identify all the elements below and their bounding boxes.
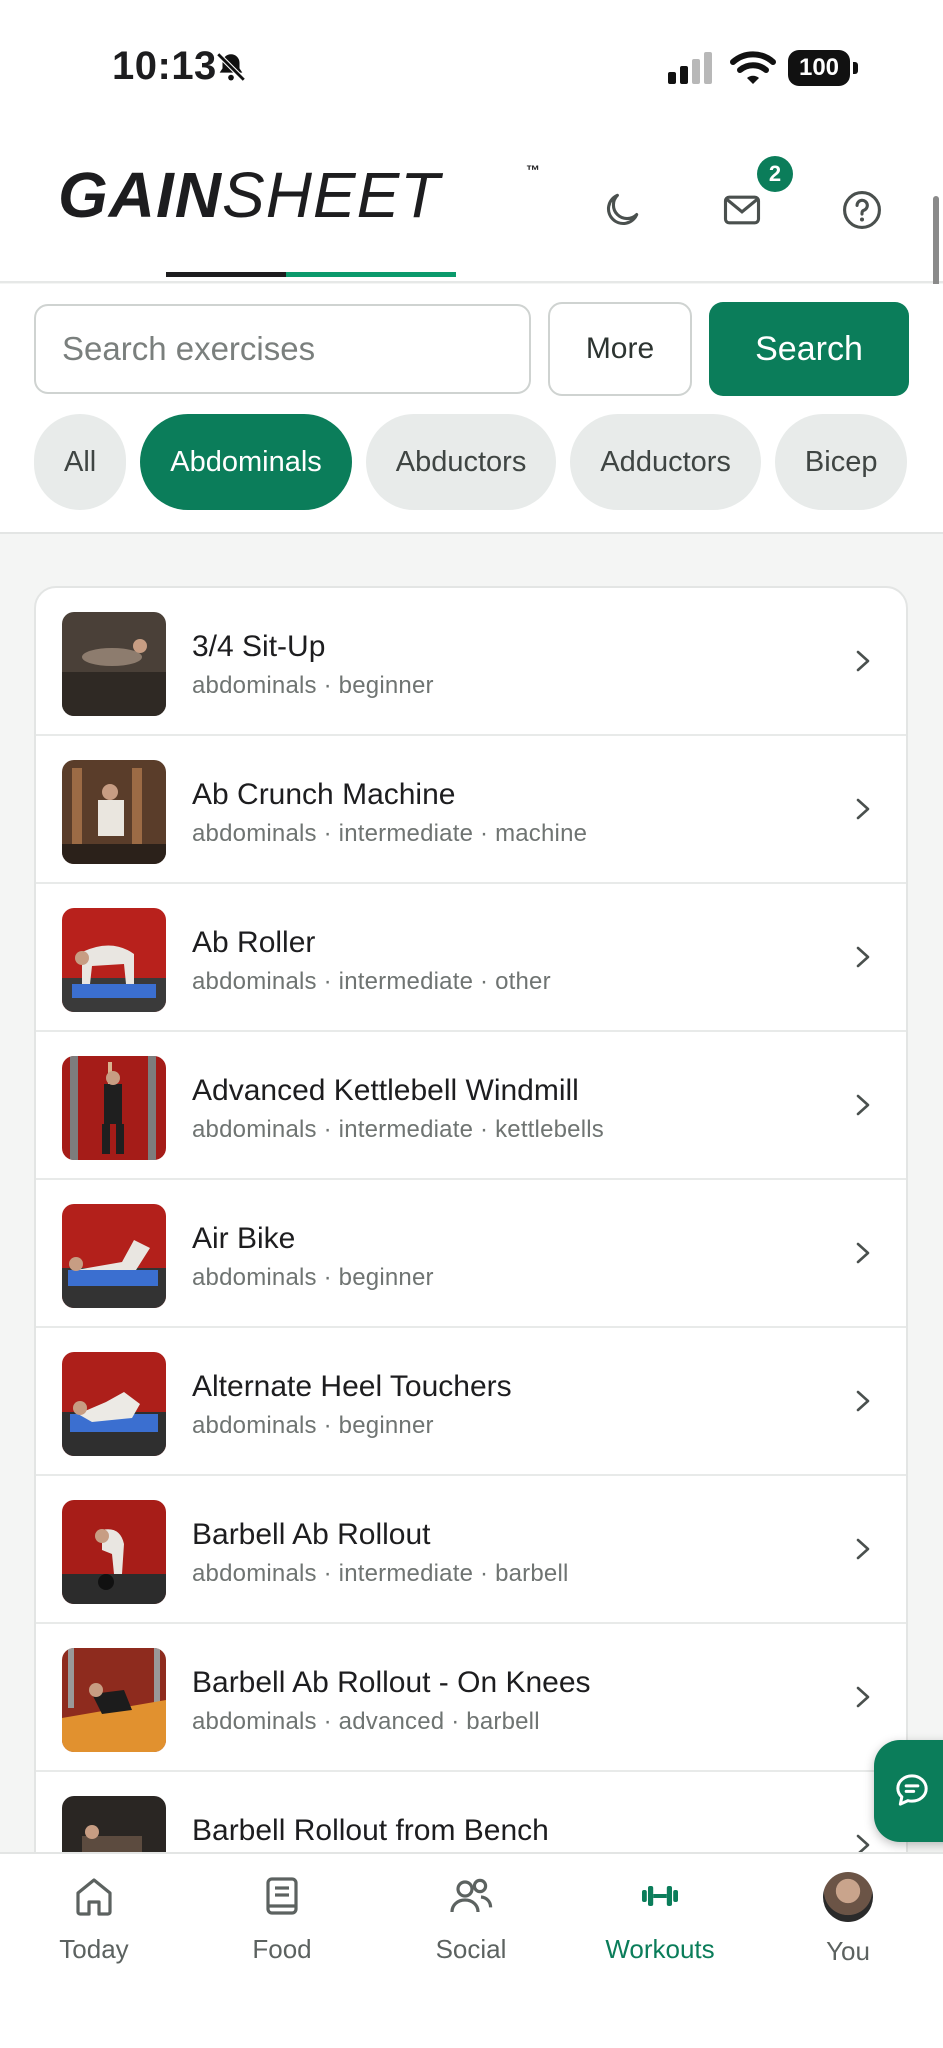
exercise-name: Advanced Kettlebell Windmill [192,1074,579,1107]
exercise-thumbnail [62,1056,166,1160]
chevron-right-icon [856,1686,870,1708]
chevron-right-icon [856,650,870,672]
exercise-name: Ab Crunch Machine [192,778,456,811]
chevron-right-icon [856,1242,870,1264]
exercise-row[interactable]: Barbell Ab Rollout abdominals · intermed… [36,1476,906,1624]
home-icon [76,1878,112,1916]
exercise-thumbnail [62,908,166,1012]
app-header: GAINSHEET ™ [0,118,943,283]
help-icon[interactable] [840,188,884,232]
status-time: 10:13 [112,44,217,88]
exercise-thumbnail [62,1352,166,1456]
muscle-chip-row: All Abdominals Abductors Adductors Bicep [34,414,921,510]
wifi-icon [730,51,776,84]
exercise-row[interactable]: Air Bike abdominals · beginner [36,1180,906,1328]
exercise-row[interactable]: Ab Crunch Machine abdominals · intermedi… [36,736,906,884]
avatar [823,1872,873,1922]
tab-food[interactable]: Food [202,1872,362,1982]
tab-today[interactable]: Today [14,1872,174,1982]
exercise-meta: abdominals · beginner [192,1412,434,1439]
chip-abdominals[interactable]: Abdominals [140,414,352,510]
exercise-row[interactable]: Ab Roller abdominals · intermediate · ot… [36,884,906,1032]
chevron-right-icon [856,1390,870,1412]
people-icon [450,1878,493,1913]
exercise-name: Barbell Ab Rollout - On Knees [192,1666,591,1699]
bottom-tab-bar: Today Food Social Workouts You [0,1852,943,2048]
exercise-row[interactable]: Advanced Kettlebell Windmill abdominals … [36,1032,906,1180]
battery-level: 100 [788,50,850,86]
chevron-right-icon [856,1094,870,1116]
book-icon [266,1877,298,1915]
tab-workouts[interactable]: Workouts [580,1872,740,1982]
chat-button[interactable] [874,1740,943,1842]
exercise-library-screen: 10:13 100 GAINSHEET ™ 2 Search exercises… [0,0,943,2048]
tab-label: Food [252,1934,312,1964]
exercise-meta: abdominals · advanced · barbell [192,1708,540,1735]
chat-bubble-icon [896,1774,928,1806]
exercise-name: Barbell Rollout from Bench [192,1814,549,1847]
tab-label: You [826,1936,870,1966]
chip-abductors[interactable]: Abductors [365,414,557,510]
exercise-row[interactable]: Alternate Heel Touchers abdominals · beg… [36,1328,906,1476]
chevron-right-icon [856,798,870,820]
tab-social[interactable]: Social [391,1872,551,1982]
chevron-right-icon [856,1538,870,1560]
exercise-thumbnail [62,612,166,716]
chip-all[interactable]: All [34,414,127,510]
dumbbell-icon [642,1886,678,1906]
mail-icon[interactable] [720,188,764,232]
exercise-meta: abdominals · beginner [192,1264,434,1291]
cell-signal-icon [668,52,712,84]
exercise-meta: abdominals · intermediate · kettlebells [192,1116,604,1143]
chip-adductors[interactable]: Adductors [570,414,761,510]
more-filters-button[interactable]: More [548,302,692,396]
moon-icon[interactable] [600,188,644,232]
exercise-name: 3/4 Sit-Up [192,630,326,663]
tab-label: Today [59,1934,129,1964]
exercise-meta: abdominals · intermediate · other [192,968,551,995]
exercise-row[interactable]: Barbell Ab Rollout - On Knees abdominals… [36,1624,906,1772]
exercise-thumbnail [62,1500,166,1604]
exercise-meta: abdominals · intermediate · barbell [192,1560,569,1587]
search-input[interactable] [34,304,531,394]
bell-muted-icon [216,52,246,82]
exercise-thumbnail [62,1204,166,1308]
exercise-meta: abdominals · intermediate · machine [192,820,588,847]
chip-biceps[interactable]: Bicep [774,414,908,510]
exercise-thumbnail [62,760,166,864]
exercise-row[interactable]: 3/4 Sit-Up abdominals · beginner [36,588,906,736]
exercise-name: Ab Roller [192,926,316,959]
filter-panel: More Search AllAbdominalsAbductorsAdduct… [0,284,943,534]
exercise-name: Air Bike [192,1222,296,1255]
battery-indicator: 100 [788,50,858,86]
tab-label: Workouts [605,1934,715,1964]
mail-unread-badge: 2 [757,156,793,192]
search-button[interactable]: Search [709,302,909,396]
status-bar: 10:13 100 [0,0,943,118]
chevron-right-icon [856,946,870,968]
exercise-list: 3/4 Sit-Up abdominals · beginner Ab Crun… [34,586,908,1886]
tab-you[interactable]: You [768,1872,928,1982]
exercise-name: Barbell Ab Rollout [192,1518,431,1551]
exercise-name: Alternate Heel Touchers [192,1370,512,1403]
gainsheet-logo[interactable]: GAINSHEET ™ [58,158,578,277]
exercise-thumbnail [62,1648,166,1752]
exercise-meta: abdominals · beginner [192,672,434,699]
tab-label: Social [435,1934,507,1964]
